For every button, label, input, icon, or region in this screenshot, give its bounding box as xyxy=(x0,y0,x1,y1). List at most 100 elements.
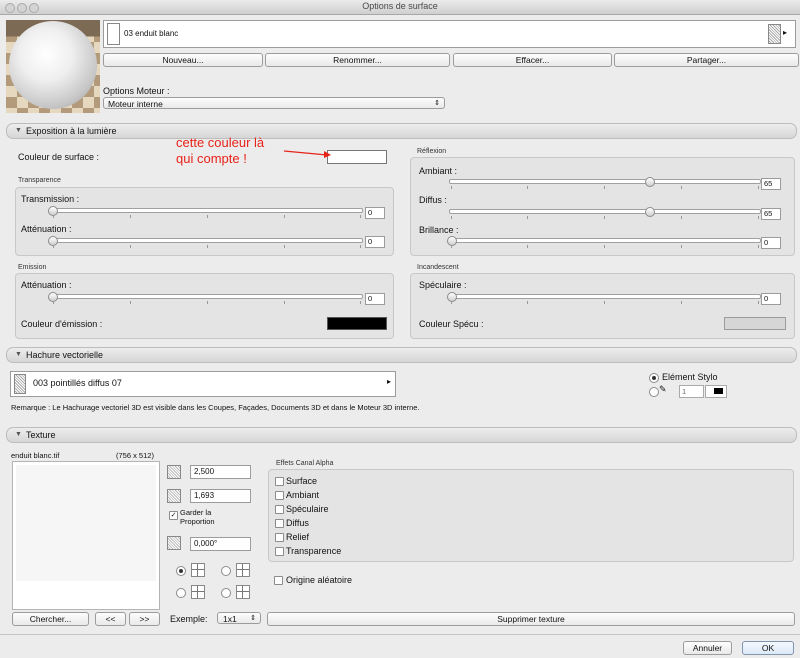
pen-custom-radio[interactable] xyxy=(649,387,659,397)
transparency-group: Transmission : 0 Atténuation : 0 xyxy=(15,187,394,256)
transmission-slider-track[interactable] xyxy=(49,208,363,213)
alpha-option-label: Spéculaire xyxy=(286,504,329,514)
material-name-field[interactable]: 03 enduit blanc ▸ xyxy=(103,20,796,48)
rename-button[interactable]: Renommer... xyxy=(265,53,450,67)
pen-color-fill xyxy=(714,388,723,394)
emission-attenuation-value[interactable]: 0 xyxy=(365,293,385,305)
texture-angle-field[interactable]: 0,000° xyxy=(190,537,251,551)
material-menu-arrow-icon[interactable]: ▸ xyxy=(783,28,787,37)
hatch-pattern-select[interactable]: 003 pointillés diffus 07 ▸ xyxy=(10,371,396,397)
texture-section-header[interactable]: ▼ Texture xyxy=(6,427,797,443)
footer-divider xyxy=(0,634,800,635)
alpha-transparency-checkbox[interactable] xyxy=(275,547,284,556)
origin-top-right-radio[interactable] xyxy=(221,566,231,576)
origin-bottom-left-icon xyxy=(191,585,205,599)
diffuse-label: Diffus : xyxy=(419,195,447,205)
alpha-option-label: Transparence xyxy=(286,546,342,556)
next-texture-button[interactable]: >> xyxy=(129,612,160,626)
ambient-label: Ambiant : xyxy=(419,166,458,176)
alpha-surface-checkbox[interactable] xyxy=(275,477,284,486)
incandescent-group: Spéculaire : 0 Couleur Spécu : xyxy=(410,273,795,339)
share-button[interactable]: Partager... xyxy=(614,53,799,67)
diffuse-slider-thumb[interactable] xyxy=(645,207,655,217)
remove-texture-button[interactable]: Supprimer texture xyxy=(267,612,795,626)
alpha-option-label: Relief xyxy=(286,532,310,542)
hatch-pattern-name: 003 pointillés diffus 07 xyxy=(33,378,122,388)
example-label: Exemple: xyxy=(170,614,208,624)
alpha-effects-title: Effets Canal Alpha xyxy=(276,460,334,467)
alpha-option-label: Ambiant xyxy=(286,490,320,500)
select-arrows-icon: ⇕ xyxy=(434,100,440,107)
attenuation-label: Atténuation : xyxy=(21,224,72,234)
example-select[interactable]: 1x1 ⇕ xyxy=(217,612,261,624)
alpha-effects-group: Surface Ambiant Spéculaire Diffus Relief… xyxy=(268,469,794,562)
reflection-group: Ambiant : 65 Diffus : 65 Brillance : 0 xyxy=(410,157,795,256)
origin-bottom-left-radio[interactable] xyxy=(176,588,186,598)
origin-bottom-right-icon xyxy=(236,585,250,599)
diffuse-slider-track[interactable] xyxy=(449,209,761,214)
specular-color-label: Couleur Spécu : xyxy=(419,319,484,329)
delete-button[interactable]: Effacer... xyxy=(453,53,612,67)
cancel-button[interactable]: Annuler xyxy=(683,641,732,655)
surface-color-label: Couleur de surface : xyxy=(18,152,100,162)
annotation-arrow-icon xyxy=(283,150,331,158)
random-origin-label: Origine aléatoire xyxy=(286,575,353,585)
origin-top-left-radio[interactable] xyxy=(176,566,186,576)
shine-label: Brillance : xyxy=(419,225,459,235)
pen-number-field[interactable]: 1 xyxy=(679,385,704,398)
alpha-ambient-checkbox[interactable] xyxy=(275,491,284,500)
specular-slider-thumb[interactable] xyxy=(447,292,457,302)
hatch-section-header[interactable]: ▼ Hachure vectorielle xyxy=(6,347,797,363)
window-title: Options de surface xyxy=(362,1,438,11)
shine-slider-track[interactable] xyxy=(449,238,761,243)
alpha-relief-checkbox[interactable] xyxy=(275,533,284,542)
specular-slider-track[interactable] xyxy=(449,294,761,299)
alpha-specular-checkbox[interactable] xyxy=(275,505,284,514)
new-button[interactable]: Nouveau... xyxy=(103,53,263,67)
attenuation-slider-track[interactable] xyxy=(49,238,363,243)
alpha-diffuse-checkbox[interactable] xyxy=(275,519,284,528)
pen-color-swatch[interactable] xyxy=(705,385,727,398)
incandescent-title: Incandescent xyxy=(417,264,459,271)
prev-texture-button[interactable]: << xyxy=(95,612,126,626)
transparency-title: Transparence xyxy=(18,177,61,184)
texture-dimensions: (756 x 512) xyxy=(116,451,154,460)
engine-select-value: Moteur interne xyxy=(108,99,163,109)
pen-element-label: Elément Stylo xyxy=(662,372,718,382)
specular-color-swatch[interactable] xyxy=(724,317,786,330)
texture-height-field[interactable]: 1,693 xyxy=(190,489,251,503)
ambient-slider-track[interactable] xyxy=(449,179,761,184)
exposure-section-header[interactable]: ▼ Exposition à la lumière xyxy=(6,123,797,139)
pen-element-radio[interactable] xyxy=(649,373,659,383)
material-name: 03 enduit blanc xyxy=(124,29,179,38)
hatch-section-title: Hachure vectorielle xyxy=(26,350,104,360)
disclosure-triangle-icon: ▼ xyxy=(15,431,22,438)
surface-color-swatch[interactable] xyxy=(327,150,387,164)
transmission-label: Transmission : xyxy=(21,194,80,204)
random-origin-checkbox[interactable] xyxy=(274,576,283,585)
ok-button[interactable]: OK xyxy=(742,641,794,655)
attenuation-value[interactable]: 0 xyxy=(365,236,385,248)
search-texture-button[interactable]: Chercher... xyxy=(12,612,89,626)
diffuse-value[interactable]: 65 xyxy=(761,208,781,220)
origin-bottom-right-radio[interactable] xyxy=(221,588,231,598)
engine-select[interactable]: Moteur interne ⇕ xyxy=(103,97,445,109)
origin-top-right-icon xyxy=(236,563,250,577)
shine-value[interactable]: 0 xyxy=(761,237,781,249)
emission-group: Atténuation : 0 Couleur d'émission : xyxy=(15,273,394,339)
hatch-pattern-icon xyxy=(14,374,26,394)
annotation-text: cette couleur là qui compte ! xyxy=(176,135,265,166)
emission-title: Emission xyxy=(18,264,47,271)
emission-attenuation-slider-track[interactable] xyxy=(49,294,363,299)
disclosure-triangle-icon: ▼ xyxy=(15,127,22,134)
emission-color-swatch[interactable] xyxy=(327,317,387,330)
keep-proportion-checkbox[interactable]: ✓ xyxy=(169,511,178,520)
specular-value[interactable]: 0 xyxy=(761,293,781,305)
texture-preview xyxy=(12,461,160,610)
ambient-slider-thumb[interactable] xyxy=(645,177,655,187)
disclosure-triangle-icon: ▼ xyxy=(15,351,22,358)
ambient-value[interactable]: 65 xyxy=(761,178,781,190)
shine-slider-thumb[interactable] xyxy=(447,236,457,246)
texture-width-field[interactable]: 2,500 xyxy=(190,465,251,479)
transmission-value[interactable]: 0 xyxy=(365,207,385,219)
